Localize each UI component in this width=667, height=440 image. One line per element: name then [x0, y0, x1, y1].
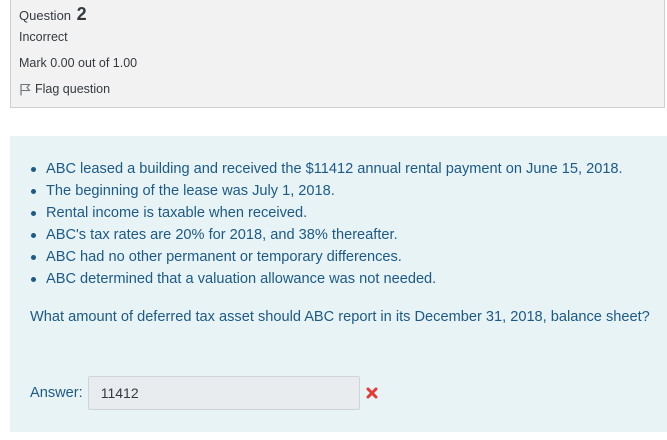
question-label: Question	[19, 8, 72, 23]
answer-row: Answer:	[30, 376, 378, 410]
list-item: ABC had no other permanent or temporary …	[31, 246, 623, 268]
list-item: ABC leased a building and received the $…	[31, 158, 623, 180]
question-state: Incorrect	[19, 30, 68, 44]
question-number-row: Question 2	[19, 3, 87, 27]
list-item: The beginning of the lease was July 1, 2…	[31, 180, 623, 202]
list-item: Rental income is taxable when received.	[31, 202, 623, 224]
incorrect-icon	[366, 387, 378, 399]
question-info-panel: Question 2 Incorrect Mark 0.00 out of 1.…	[10, 0, 665, 108]
flag-question-label: Flag question	[35, 82, 111, 96]
answer-label: Answer:	[30, 385, 83, 401]
flag-icon	[20, 83, 31, 95]
list-item: ABC determined that a valuation allowanc…	[31, 268, 623, 290]
question-points-list: ABC leased a building and received the $…	[30, 158, 623, 290]
question-prompt: What amount of deferred tax asset should…	[30, 309, 650, 325]
question-grade: Mark 0.00 out of 1.00	[19, 56, 138, 70]
flag-question-link[interactable]: Flag question	[19, 82, 110, 96]
question-number: 2	[76, 4, 87, 24]
list-item: ABC's tax rates are 20% for 2018, and 38…	[31, 224, 623, 246]
question-content-panel: ABC leased a building and received the $…	[10, 136, 667, 432]
answer-input[interactable]	[87, 376, 360, 410]
